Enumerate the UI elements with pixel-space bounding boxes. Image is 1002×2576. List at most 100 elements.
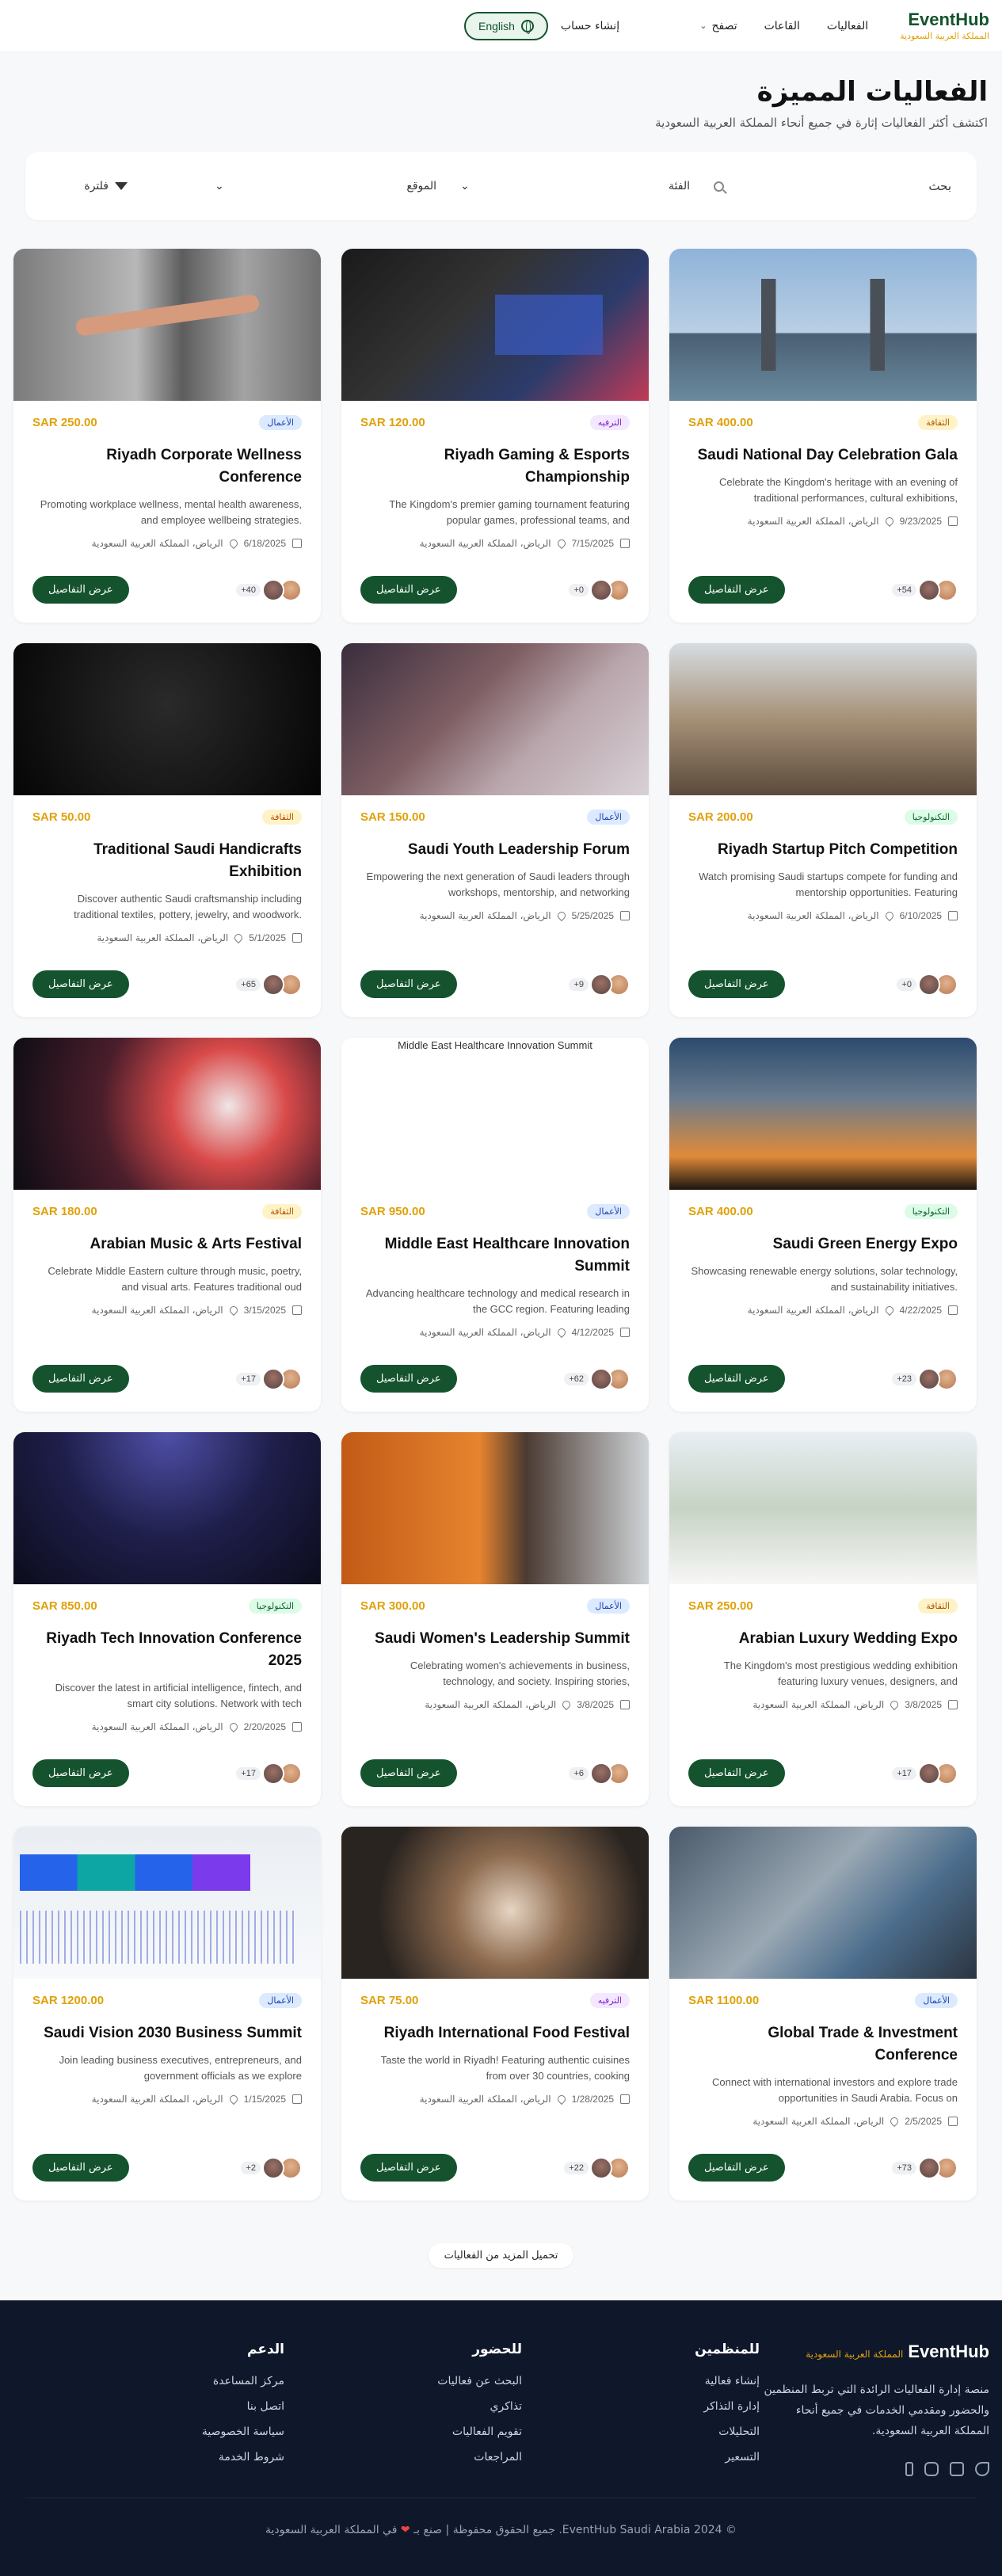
facebook-icon[interactable] (905, 2462, 913, 2476)
filter-button[interactable]: فلترة (84, 180, 128, 192)
footer-link[interactable]: اتصل بنا (47, 2400, 284, 2413)
view-details-button[interactable]: عرض التفاصيل (32, 2154, 129, 2182)
attendee-avatars: +73 (892, 2156, 958, 2179)
event-card[interactable]: الثقافة SAR 400.00 Saudi National Day Ce… (669, 249, 977, 623)
event-location: الرياض، المملكة العربية السعودية (747, 1305, 879, 1316)
event-price: SAR 1100.00 (688, 1994, 760, 2007)
event-card[interactable]: الأعمال SAR 150.00 Saudi Youth Leadershi… (341, 643, 649, 1017)
event-card[interactable]: الأعمال SAR 250.00 Riyadh Corporate Well… (13, 249, 321, 623)
view-details-button[interactable]: عرض التفاصيل (360, 576, 457, 604)
nav-venues[interactable]: القاعات (764, 20, 800, 32)
event-location: الرياض، المملكة العربية السعودية (419, 2094, 551, 2105)
instagram-icon[interactable] (924, 2462, 939, 2476)
view-details-button[interactable]: عرض التفاصيل (688, 576, 785, 604)
event-card[interactable]: الثقافة SAR 250.00 Arabian Luxury Weddin… (669, 1432, 977, 1806)
footer-brand-name: EventHub (908, 2342, 989, 2361)
view-details-button[interactable]: عرض التفاصيل (360, 2154, 457, 2182)
event-card[interactable]: التكنولوجيا SAR 850.00 Riyadh Tech Innov… (13, 1432, 321, 1806)
event-location: الرياض، المملكة العربية السعودية (747, 910, 879, 921)
footer-link[interactable]: التحليلات (522, 2425, 760, 2438)
location-pin-icon (227, 537, 239, 550)
event-card-header: الثقافة SAR 180.00 (32, 1204, 302, 1219)
event-description: Celebrate the Kingdom's heritage with an… (719, 476, 958, 504)
avatar (918, 973, 940, 996)
footer-link[interactable]: سياسة الخصوصية (47, 2425, 284, 2438)
search-input[interactable]: بحث (714, 179, 951, 193)
event-description: Showcasing renewable energy solutions, s… (691, 1265, 958, 1293)
location-pin-icon (555, 2093, 567, 2105)
location-pin-icon (227, 2093, 239, 2105)
footer-link[interactable]: إدارة التذاكر (522, 2400, 760, 2413)
nav-events[interactable]: الفعاليات (827, 20, 868, 32)
language-toggle-button[interactable]: English (464, 11, 548, 40)
view-details-button[interactable]: عرض التفاصيل (32, 1365, 129, 1393)
event-date-row: 1/15/2025 الرياض، المملكة العربية السعود… (32, 2093, 302, 2105)
event-image (341, 1432, 649, 1584)
view-details-button[interactable]: عرض التفاصيل (360, 1759, 457, 1787)
brand-logo[interactable]: EventHub المملكة العربية السعودية (900, 10, 989, 42)
event-card[interactable]: الترفيه SAR 120.00 Riyadh Gaming & Espor… (341, 249, 649, 623)
attendee-count: +9 (569, 977, 589, 991)
view-details-button[interactable]: عرض التفاصيل (360, 1365, 457, 1393)
event-card[interactable]: الأعمال SAR 1100.00 Global Trade & Inves… (669, 1827, 977, 2201)
event-card-body: الثقافة SAR 250.00 Arabian Luxury Weddin… (669, 1584, 977, 1711)
attendee-avatars: +17 (892, 1762, 958, 1785)
footer-link[interactable]: مركز المساعدة (47, 2375, 284, 2387)
event-card-body: الأعمال SAR 1100.00 Global Trade & Inves… (669, 1979, 977, 2128)
event-card[interactable]: الثقافة SAR 180.00 Arabian Music & Arts … (13, 1038, 321, 1412)
category-badge: الأعمال (587, 810, 630, 825)
page: English إنشاء حساب الفعاليات القاعات تصف… (0, 0, 1002, 2576)
event-card[interactable]: الترفيه SAR 75.00 Riyadh International F… (341, 1827, 649, 2201)
view-details-button[interactable]: عرض التفاصيل (32, 1759, 129, 1787)
category-badge: الثقافة (262, 810, 302, 825)
calendar-icon (948, 1305, 958, 1315)
attendee-avatars: +54 (892, 578, 958, 601)
view-details-button[interactable]: عرض التفاصيل (32, 576, 129, 604)
event-description: Connect with international investors and… (711, 2076, 958, 2104)
linkedin-icon[interactable] (950, 2462, 964, 2476)
footer-link[interactable]: تقويم الفعاليات (284, 2425, 522, 2438)
attendee-avatars: +9 (569, 973, 630, 996)
event-card-body: الثقافة SAR 400.00 Saudi National Day Ce… (669, 401, 977, 528)
event-card[interactable]: الثقافة SAR 50.00 Traditional Saudi Hand… (13, 643, 321, 1017)
view-details-button[interactable]: عرض التفاصيل (360, 970, 457, 998)
footer-link[interactable]: تذاكري (284, 2400, 522, 2413)
event-image (341, 249, 649, 401)
footer-link[interactable]: البحث عن فعاليات (284, 2375, 522, 2387)
footer-link[interactable]: إنشاء فعالية (522, 2375, 760, 2387)
event-card[interactable]: الأعمال SAR 300.00 Saudi Women's Leaders… (341, 1432, 649, 1806)
load-more-button[interactable]: تحميل المزيد من الفعاليات (428, 2243, 574, 2268)
event-card[interactable]: التكنولوجيا SAR 200.00 Riyadh Startup Pi… (669, 643, 977, 1017)
calendar-icon (620, 2094, 630, 2104)
event-card-body: الأعمال SAR 300.00 Saudi Women's Leaders… (341, 1584, 649, 1711)
event-card[interactable]: الأعمال SAR 1200.00 Saudi Vision 2030 Bu… (13, 1827, 321, 2201)
event-date-row: 2/20/2025 الرياض، المملكة العربية السعود… (32, 1721, 302, 1733)
footer-link[interactable]: المراجعات (284, 2451, 522, 2464)
view-details-button[interactable]: عرض التفاصيل (688, 1759, 785, 1787)
location-pin-icon (889, 1698, 901, 1711)
event-description: Discover the latest in artificial intell… (55, 1682, 302, 1709)
event-card-footer: +6 عرض التفاصيل (360, 1759, 630, 1787)
calendar-icon (948, 1700, 958, 1709)
nav-browse-dropdown[interactable]: تصفح ⌄ (699, 20, 737, 32)
category-select[interactable]: الفئة ⌄ (460, 180, 690, 192)
event-card-body: التكنولوجيا SAR 400.00 Saudi Green Energ… (669, 1190, 977, 1317)
event-image (13, 643, 321, 795)
footer-organizers: للمنظمين إنشاء فعالية إدارة التذاكر التح… (522, 2342, 760, 2476)
calendar-icon (948, 911, 958, 920)
event-card[interactable]: Middle East Healthcare Innovation Summit… (341, 1038, 649, 1412)
view-details-button[interactable]: عرض التفاصيل (688, 1365, 785, 1393)
twitter-icon[interactable] (975, 2462, 989, 2476)
footer-link[interactable]: التسعير (522, 2451, 760, 2464)
event-location: الرياض، المملكة العربية السعودية (97, 932, 229, 943)
location-select[interactable]: الموقع ⌄ (215, 180, 436, 192)
view-details-button[interactable]: عرض التفاصيل (688, 970, 785, 998)
footer-link[interactable]: شروط الخدمة (47, 2451, 284, 2464)
event-card[interactable]: التكنولوجيا SAR 400.00 Saudi Green Energ… (669, 1038, 977, 1412)
event-card-footer: +54 عرض التفاصيل (688, 576, 958, 604)
attendee-avatars: +17 (236, 1367, 302, 1390)
view-details-button[interactable]: عرض التفاصيل (688, 2154, 785, 2182)
view-details-button[interactable]: عرض التفاصيل (32, 970, 129, 998)
category-badge: الأعمال (587, 1599, 630, 1614)
create-account-link[interactable]: إنشاء حساب (561, 20, 619, 32)
